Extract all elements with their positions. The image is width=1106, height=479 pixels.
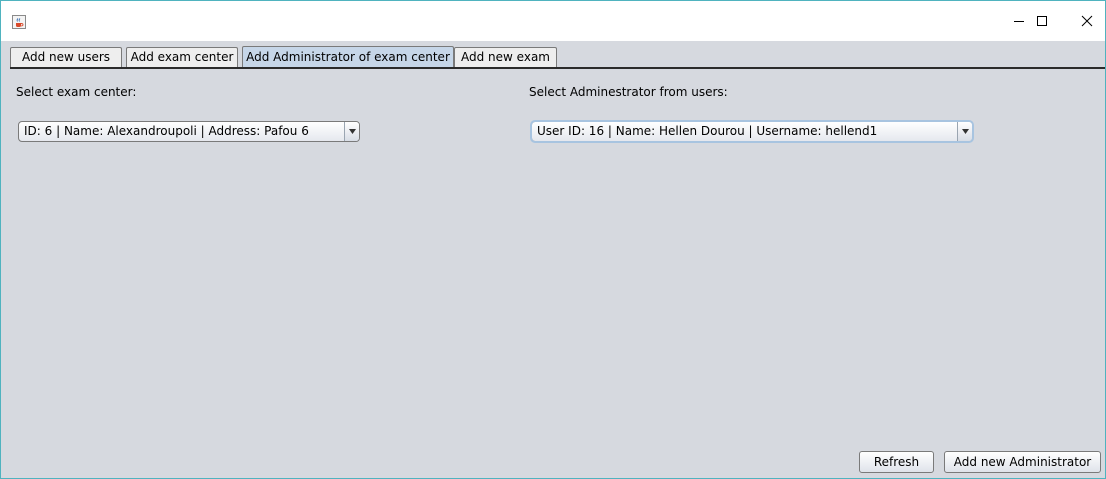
title-bar xyxy=(1,1,1105,41)
close-button[interactable] xyxy=(1064,1,1105,41)
tab-add-new-users[interactable]: Add new users xyxy=(10,47,122,67)
tab-add-new-exam[interactable]: Add new exam xyxy=(454,47,557,67)
admin-label: Select Adminestrator from users: xyxy=(529,85,728,99)
admin-selected: User ID: 16 | Name: Hellen Dourou | User… xyxy=(537,124,878,138)
add-administrator-button[interactable]: Add new Administrator xyxy=(944,451,1101,473)
close-icon xyxy=(1081,15,1093,27)
maximize-button[interactable] xyxy=(1019,1,1065,41)
tab-add-exam-center[interactable]: Add exam center xyxy=(126,47,238,67)
maximize-icon xyxy=(1036,15,1048,27)
tab-divider xyxy=(10,67,1105,69)
dropdown-arrow-icon[interactable] xyxy=(957,122,972,141)
exam-center-selected: ID: 6 | Name: Alexandroupoli | Address: … xyxy=(24,124,309,138)
tab-add-administrator[interactable]: Add Administrator of exam center xyxy=(242,46,454,68)
dropdown-arrow-icon[interactable] xyxy=(344,122,359,141)
app-window: Add new users Add exam center Add Admini… xyxy=(0,0,1106,479)
admin-dropdown[interactable]: User ID: 16 | Name: Hellen Dourou | User… xyxy=(530,120,974,143)
exam-center-dropdown[interactable]: ID: 6 | Name: Alexandroupoli | Address: … xyxy=(18,121,360,142)
refresh-button[interactable]: Refresh xyxy=(859,451,934,473)
exam-center-label: Select exam center: xyxy=(16,85,137,99)
java-cup-icon xyxy=(12,15,26,29)
